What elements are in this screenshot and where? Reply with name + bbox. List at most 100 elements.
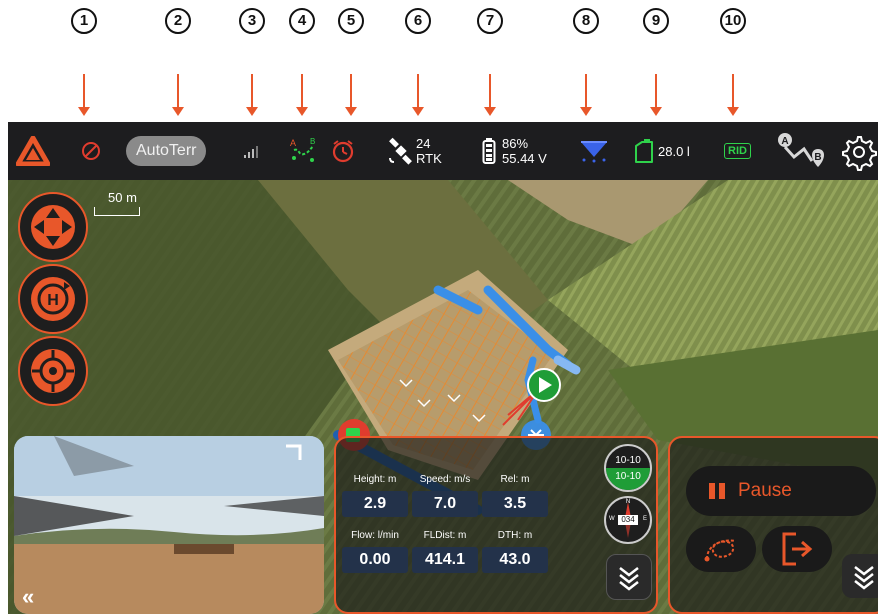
pause-label: Pause (738, 480, 792, 501)
battery-icon (482, 138, 496, 164)
scale-label: 50 m (108, 190, 137, 205)
height-label: Height: m (353, 474, 397, 485)
callout-arrow (78, 74, 90, 116)
alarm-clock-icon (332, 140, 354, 163)
callout-3: 3 (232, 8, 272, 116)
battery-status[interactable]: 86% 55.44 V (482, 122, 547, 180)
signal-strength[interactable] (242, 122, 262, 180)
callout-number: 6 (405, 8, 431, 34)
camera-image (14, 436, 324, 614)
route-path-icon: A B (290, 137, 315, 162)
compass-n: N (625, 499, 631, 505)
expand-actions-button[interactable] (842, 554, 878, 598)
no-entry-icon (82, 142, 100, 160)
tank-icon (635, 139, 653, 163)
scale-bar (94, 207, 140, 216)
timer-indicator[interactable] (330, 122, 356, 180)
callout-arrow (246, 74, 258, 116)
callout-number: 1 (71, 8, 97, 34)
fldist-value: 414.1 (412, 547, 478, 573)
callout-number: 9 (643, 8, 669, 34)
no-entry-indicator[interactable] (80, 122, 102, 180)
svg-text:B: B (814, 152, 821, 163)
spray-nozzle-icon (581, 141, 607, 163)
speed-readout: Speed: m/s 7.0 (412, 474, 478, 517)
center-map-button[interactable] (18, 336, 88, 406)
battery-percent: 86% (502, 136, 529, 151)
callout-number: 2 (165, 8, 191, 34)
battery-voltage: 55.44 V (502, 151, 547, 166)
callout-arrow (172, 74, 184, 116)
expand-telemetry-button[interactable] (606, 554, 652, 600)
gnss-status[interactable]: 24 RTK (386, 122, 442, 180)
autoterr-button[interactable]: AutoTerr (126, 136, 207, 166)
route-edit-button[interactable] (686, 526, 756, 572)
speed-value: 7.0 (412, 491, 478, 517)
attitude-top: 10-10 (615, 455, 641, 466)
battery-readout: 86% 55.44 V (502, 136, 547, 166)
compass: N E W 034 (604, 496, 652, 544)
callout-arrow (727, 74, 739, 116)
flow-label: Flow: l/min (351, 530, 399, 541)
remote-id-status[interactable]: RID (724, 122, 751, 180)
svg-text:B: B (310, 137, 315, 146)
callout-strip: 1 2 3 4 5 6 7 8 9 10 (0, 0, 878, 122)
svg-text:H: H (47, 292, 59, 309)
height-value: 2.9 (342, 491, 408, 517)
dth-label: DTH: m (497, 530, 533, 541)
fldist-readout: FLDist: m 414.1 (412, 530, 478, 573)
flow-readout: Flow: l/min 0.00 (342, 530, 408, 573)
attitude-indicator: 10-10 10-10 (604, 444, 652, 492)
fix-type: RTK (416, 151, 442, 166)
pause-icon (709, 483, 725, 499)
chevrons-down-icon (619, 567, 639, 591)
rid-badge: RID (724, 143, 751, 159)
fldist-label: FLDist: m (423, 530, 467, 541)
callout-number: 8 (573, 8, 599, 34)
map-scale: 50 m (94, 190, 140, 216)
callout-arrow (296, 74, 308, 116)
settings-button[interactable] (838, 122, 878, 180)
heading-value: 034 (621, 515, 635, 524)
callout-2: 2 (158, 8, 198, 116)
rel-value: 3.5 (482, 491, 548, 517)
route-indicator[interactable]: A B (288, 122, 318, 180)
camera-feed[interactable]: « (14, 436, 324, 614)
chevrons-down-icon (854, 566, 874, 590)
exit-icon (782, 532, 813, 566)
ab-route-button[interactable]: A B (776, 122, 830, 180)
callout-arrow (650, 74, 662, 116)
action-panel: Pause (668, 436, 878, 614)
svg-text:A: A (290, 138, 296, 148)
callout-arrow (580, 74, 592, 116)
dth-value: 43.0 (482, 547, 548, 573)
callout-8: 8 (566, 8, 606, 116)
callout-number: 7 (477, 8, 503, 34)
mode-selector[interactable]: AutoTerr (126, 122, 207, 180)
callout-arrow (345, 74, 357, 116)
tank-status[interactable]: 28.0 l (632, 122, 690, 180)
callout-9: 9 (636, 8, 676, 116)
crosshair-icon (31, 349, 75, 393)
joystick-button[interactable] (18, 192, 88, 262)
map-view[interactable]: 50 m H « Height: m 2.9 Speed: m/s 7.0 Re… (8, 180, 878, 614)
exit-mission-button[interactable] (762, 526, 832, 572)
flow-value: 0.00 (342, 547, 408, 573)
callout-5: 5 (331, 8, 371, 116)
callout-arrow (412, 74, 424, 116)
telemetry-panel: Height: m 2.9 Speed: m/s 7.0 Rel: m 3.5 … (334, 436, 658, 614)
status-bar: AutoTerr A B 24 RTK 86% 55.44 V 28.0 l R… (8, 122, 878, 180)
app-logo[interactable] (16, 122, 50, 180)
callout-6: 6 (398, 8, 438, 116)
home-h-icon: H (31, 277, 75, 321)
callout-number: 4 (289, 8, 315, 34)
collapse-video-button[interactable]: « (22, 584, 34, 610)
return-home-button[interactable]: H (18, 264, 88, 334)
callout-number: 5 (338, 8, 364, 34)
pause-button[interactable]: Pause (686, 466, 876, 516)
tank-level: 28.0 l (658, 143, 690, 159)
spray-status[interactable] (578, 122, 610, 180)
callout-1: 1 (64, 8, 104, 116)
height-readout: Height: m 2.9 (342, 474, 408, 517)
dth-readout: DTH: m 43.0 (482, 530, 548, 573)
